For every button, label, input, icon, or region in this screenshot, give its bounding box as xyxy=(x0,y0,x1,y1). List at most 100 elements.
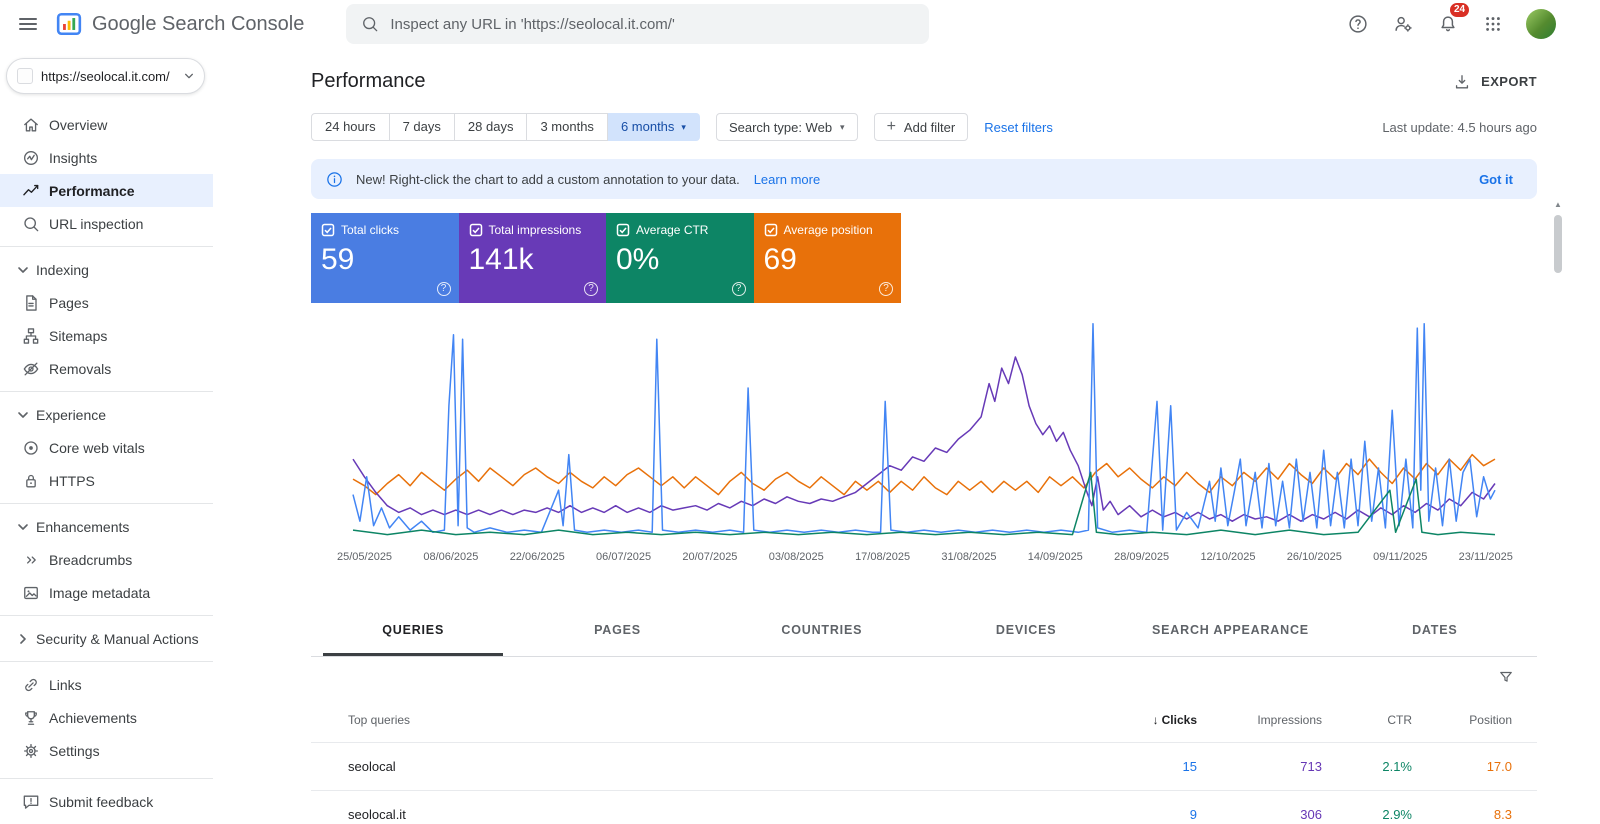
average-position-card[interactable]: Average position 69 ? xyxy=(753,213,901,303)
average-position-value: 69 xyxy=(763,243,797,276)
last-update-text: Last update: 4.5 hours ago xyxy=(1382,119,1537,135)
sidebar-item-performance[interactable]: Performance xyxy=(0,174,213,207)
url-inspect-input[interactable] xyxy=(390,15,916,33)
chart-x-axis: 25/05/2025 08/06/2025 22/06/2025 06/07/2… xyxy=(337,551,1513,563)
clicks-cell: 15 xyxy=(1182,759,1197,774)
export-button[interactable]: EXPORT xyxy=(1452,72,1537,92)
sidebar-item-links[interactable]: Links xyxy=(0,668,213,701)
page-icon xyxy=(21,293,41,313)
sidebar-item-core-web-vitals[interactable]: Core web vitals xyxy=(0,431,213,464)
sidebar-item-https[interactable]: HTTPS xyxy=(0,464,213,497)
sidebar-item-overview[interactable]: Overview xyxy=(0,108,213,141)
sidebar-section-enhancements[interactable]: Enhancements xyxy=(0,510,213,543)
topbar-actions: 24 xyxy=(1338,1,1600,44)
avatar[interactable] xyxy=(1526,9,1556,39)
property-selector[interactable]: https://seolocal.it.com/ xyxy=(6,58,205,94)
dimension-tabs: QUERIES PAGES COUNTRIES DEVICES SEARCH A… xyxy=(311,605,1537,657)
sidebar-section-indexing[interactable]: Indexing xyxy=(0,253,213,286)
learn-more-link[interactable]: Learn more xyxy=(754,172,820,187)
range-chip-7-days[interactable]: 7 days xyxy=(389,113,455,141)
help-icon[interactable]: ? xyxy=(879,282,893,296)
sidebar-section-security[interactable]: Security & Manual Actions xyxy=(0,622,213,655)
chevron-down-icon: ▾ xyxy=(840,121,845,132)
range-chip-3-months[interactable]: 3 months xyxy=(527,113,608,141)
annotation-banner: New! Right-click the chart to add a cust… xyxy=(311,159,1537,199)
table-filter-row xyxy=(311,657,1537,697)
sidebar-divider xyxy=(0,778,213,779)
help-icon[interactable]: ? xyxy=(436,282,451,296)
sidebar-section-experience[interactable]: Experience xyxy=(0,398,213,431)
range-chip-24-hours[interactable]: 24 hours xyxy=(311,113,390,141)
funnel-filter-icon[interactable] xyxy=(1497,668,1515,686)
page-header: Performance EXPORT xyxy=(311,48,1537,93)
sidebar-divider xyxy=(0,391,213,392)
sidebar: https://seolocal.it.com/ Overview Insigh… xyxy=(0,48,213,824)
sidebar-item-submit-feedback[interactable]: Submit feedback xyxy=(0,785,213,818)
total-clicks-card[interactable]: Total clicks 59 ? xyxy=(311,213,459,303)
banner-text: New! Right-click the chart to add a cust… xyxy=(356,171,740,187)
help-icon[interactable]: ? xyxy=(584,282,598,296)
range-chip-28-days[interactable]: 28 days xyxy=(454,113,528,141)
checkbox-checked-icon[interactable] xyxy=(469,223,483,237)
sidebar-item-url-inspection[interactable]: URL inspection xyxy=(0,207,213,240)
reset-filters-link[interactable]: Reset filters xyxy=(984,120,1053,135)
sidebar-item-removals[interactable]: Removals xyxy=(0,352,213,385)
manage-users-button[interactable] xyxy=(1383,4,1423,44)
tab-countries[interactable]: COUNTRIES xyxy=(720,605,924,656)
position-cell: 17.0 xyxy=(1486,759,1512,774)
performance-chart-svg[interactable] xyxy=(311,303,1537,549)
sidebar-item-sitemaps[interactable]: Sitemaps xyxy=(0,319,213,352)
plus-icon: + xyxy=(886,118,896,135)
tab-queries[interactable]: QUERIES xyxy=(311,605,515,656)
sitemap-icon xyxy=(21,326,41,346)
property-favicon xyxy=(17,68,33,84)
tab-search-appearance[interactable]: SEARCH APPEARANCE xyxy=(1128,605,1332,656)
property-url: https://seolocal.it.com/ xyxy=(41,68,170,84)
range-chip-6-months[interactable]: 6 months ▾ xyxy=(607,113,700,141)
column-impressions[interactable]: Impressions xyxy=(1197,713,1322,727)
magnifier-icon xyxy=(21,214,41,234)
column-clicks-sorted[interactable]: ↓ Clicks xyxy=(1077,713,1197,727)
sidebar-divider xyxy=(0,615,213,616)
performance-chart[interactable]: 25/05/2025 08/06/2025 22/06/2025 06/07/2… xyxy=(311,303,1537,563)
total-impressions-card[interactable]: Total impressions 141k ? xyxy=(458,213,606,303)
column-top-queries[interactable]: Top queries xyxy=(348,713,1077,727)
sidebar-item-insights[interactable]: Insights xyxy=(0,141,213,174)
hamburger-menu-button[interactable] xyxy=(8,4,48,44)
checkbox-checked-icon[interactable] xyxy=(321,223,335,237)
url-inspect-searchbox[interactable] xyxy=(346,4,930,44)
notifications-button[interactable]: 24 xyxy=(1428,1,1472,44)
add-filter-chip[interactable]: + Add filter xyxy=(873,113,969,141)
tab-dates[interactable]: DATES xyxy=(1333,605,1537,656)
average-ctr-card[interactable]: Average CTR 0% ? xyxy=(606,213,754,303)
eye-off-icon xyxy=(21,359,41,379)
table-row[interactable]: seolocal.it 9 306 2.9% 8.3 xyxy=(311,791,1537,824)
app-logo[interactable]: Google Search Console xyxy=(56,11,304,37)
tab-pages[interactable]: PAGES xyxy=(515,605,719,656)
sidebar-item-breadcrumbs[interactable]: Breadcrumbs xyxy=(0,543,213,576)
help-icon[interactable]: ? xyxy=(731,282,746,296)
sidebar-item-achievements[interactable]: Achievements xyxy=(0,701,213,734)
link-icon xyxy=(21,675,41,695)
column-ctr[interactable]: CTR xyxy=(1322,713,1412,727)
sidebar-item-image-metadata[interactable]: Image metadata xyxy=(0,576,213,609)
average-ctr-value: 0% xyxy=(616,243,660,276)
table-row[interactable]: seolocal 15 713 2.1% 17.0 xyxy=(311,743,1537,791)
help-button[interactable] xyxy=(1338,4,1378,44)
scrollbar-up-arrow[interactable]: ▲ xyxy=(1552,200,1564,210)
scrollbar-thumb[interactable] xyxy=(1554,215,1562,273)
table-header: Top queries ↓ Clicks Impressions CTR Posi… xyxy=(311,697,1537,743)
checkbox-checked-icon[interactable] xyxy=(764,223,778,237)
column-position[interactable]: Position xyxy=(1412,713,1512,727)
got-it-button[interactable]: Got it xyxy=(1469,172,1523,187)
sidebar-item-pages[interactable]: Pages xyxy=(0,286,213,319)
sidebar-item-settings[interactable]: Settings xyxy=(0,734,213,767)
checkbox-checked-icon[interactable] xyxy=(616,223,630,237)
scrollbar[interactable]: ▲ xyxy=(1552,200,1564,820)
search-type-chip[interactable]: Search type: Web ▾ xyxy=(715,113,858,141)
topbar: Google Search Console Inspect any URL in… xyxy=(0,0,1600,48)
google-apps-button[interactable] xyxy=(1473,4,1513,44)
feedback-icon xyxy=(21,792,41,812)
tab-devices[interactable]: DEVICES xyxy=(924,605,1128,656)
performance-chart-icon xyxy=(21,181,41,201)
